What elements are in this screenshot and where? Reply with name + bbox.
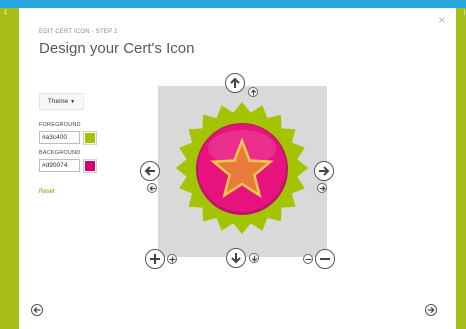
move-up-button[interactable] xyxy=(225,73,245,93)
chevron-down-icon: ▼ xyxy=(70,98,76,105)
plus-icon xyxy=(150,254,160,264)
background-label: BACKGROUND xyxy=(39,150,81,156)
background-color-swatch[interactable] xyxy=(83,159,97,173)
foreground-color-field[interactable] xyxy=(39,131,80,144)
zoom-out-button[interactable] xyxy=(315,249,335,269)
theme-dropdown[interactable]: Theme ▼ xyxy=(39,93,84,110)
right-side-panel: | xyxy=(456,8,466,329)
arrow-left-small-icon xyxy=(148,185,155,191)
move-up-small-button[interactable] xyxy=(248,87,258,97)
top-accent-bar xyxy=(0,0,466,8)
step-number: 1 xyxy=(4,10,8,16)
minus-small-icon xyxy=(305,258,311,260)
zoom-in-small-button[interactable] xyxy=(167,254,177,264)
move-left-small-button[interactable] xyxy=(147,183,157,193)
arrow-right-icon xyxy=(319,166,330,176)
edit-cert-icon-dialog: ✕ EDIT CERT ICON - STEP 2 Design your Ce… xyxy=(19,8,456,329)
zoom-in-button[interactable] xyxy=(145,249,165,269)
forward-arrow-icon xyxy=(427,306,435,314)
move-right-button[interactable] xyxy=(314,161,334,181)
next-button[interactable] xyxy=(425,304,437,316)
move-left-button[interactable] xyxy=(140,161,160,181)
close-icon[interactable]: ✕ xyxy=(438,15,446,26)
icon-preview-canvas xyxy=(158,86,327,257)
reset-link[interactable]: Reset xyxy=(39,189,55,195)
page-title: Design your Cert's Icon xyxy=(39,40,195,57)
move-right-small-button[interactable] xyxy=(317,183,327,193)
arrow-up-icon xyxy=(230,77,240,88)
step-label: EDIT CERT ICON - STEP 2 xyxy=(39,29,118,35)
back-arrow-icon xyxy=(33,306,41,314)
arrow-up-small-icon xyxy=(250,88,256,95)
foreground-label: FOREGROUND xyxy=(39,122,81,128)
move-down-small-button[interactable] xyxy=(249,253,259,263)
arrow-right-small-icon xyxy=(319,185,326,191)
plus-small-icon xyxy=(169,256,175,262)
background-color-field[interactable] xyxy=(39,159,80,172)
theme-label: Theme xyxy=(47,98,69,105)
arrow-down-icon xyxy=(231,253,241,264)
minus-icon xyxy=(320,258,330,260)
back-button[interactable] xyxy=(31,304,43,316)
zoom-out-small-button[interactable] xyxy=(303,254,313,264)
left-side-panel: 1 xyxy=(0,8,19,329)
cert-icon xyxy=(176,102,308,234)
arrow-left-icon xyxy=(144,166,155,176)
foreground-color-swatch[interactable] xyxy=(83,131,97,145)
arrow-down-small-icon xyxy=(251,255,257,262)
move-down-button[interactable] xyxy=(226,248,246,268)
right-panel-marker: | xyxy=(463,10,465,16)
